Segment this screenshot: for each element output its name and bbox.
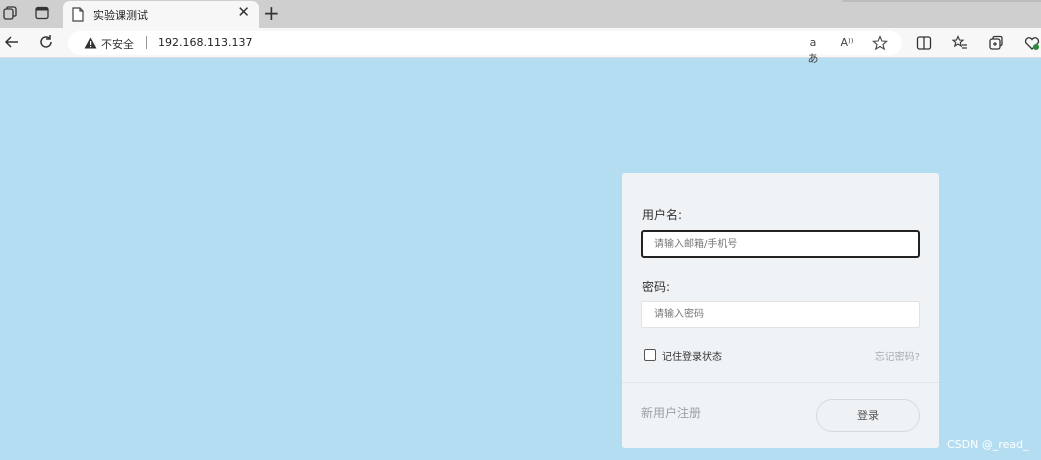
tab-active[interactable]: 实验课测试 ✕ (63, 1, 259, 28)
new-tab-button[interactable]: + (263, 2, 280, 24)
translate-icon[interactable]: aあ (805, 35, 821, 65)
collections-icon[interactable] (988, 35, 1004, 51)
watermark: CSDN @_read_ (947, 438, 1029, 451)
remember-me-label[interactable]: 记住登录状态 (662, 348, 722, 363)
titlebar-edge (842, 0, 1041, 2)
back-arrow-icon[interactable] (3, 33, 21, 51)
tab-actions-icon[interactable] (35, 6, 49, 20)
read-aloud-icon[interactable]: A⁾⁾ (839, 35, 855, 51)
forgot-password-link[interactable]: 忘记密码? (875, 348, 920, 363)
security-status[interactable]: 不安全 (101, 36, 134, 52)
tab-strip: 实验课测试 ✕ + (0, 0, 1041, 28)
address-bar[interactable]: 不安全 192.168.113.137 aあ A⁾⁾ (68, 31, 902, 65)
split-screen-icon[interactable] (916, 35, 932, 51)
browser-toolbar: 不安全 192.168.113.137 aあ A⁾⁾ (0, 28, 1041, 65)
password-label: 密码: (642, 280, 671, 294)
tab-title: 实验课测试 (93, 9, 148, 22)
card-divider (622, 382, 939, 383)
address-separator (146, 36, 147, 49)
login-button[interactable]: 登录 (816, 399, 920, 432)
remember-me-checkbox[interactable] (644, 349, 656, 361)
username-input[interactable] (641, 230, 920, 258)
favorite-star-icon[interactable] (872, 35, 888, 51)
favorites-icon[interactable] (952, 35, 968, 51)
username-label: 用户名: (642, 208, 683, 222)
close-tab-icon[interactable]: ✕ (237, 5, 250, 20)
url-text[interactable]: 192.168.113.137 (158, 36, 252, 49)
warning-icon[interactable] (84, 37, 97, 49)
browser-essentials-icon[interactable] (1024, 35, 1040, 51)
workspaces-icon[interactable] (3, 6, 17, 20)
password-input[interactable] (641, 301, 920, 328)
register-link[interactable]: 新用户注册 (641, 404, 701, 421)
login-form: 用户名: 密码: 记住登录状态 忘记密码? 新用户注册 登录 (622, 173, 939, 448)
page-icon (72, 7, 84, 22)
refresh-icon[interactable] (37, 33, 55, 51)
